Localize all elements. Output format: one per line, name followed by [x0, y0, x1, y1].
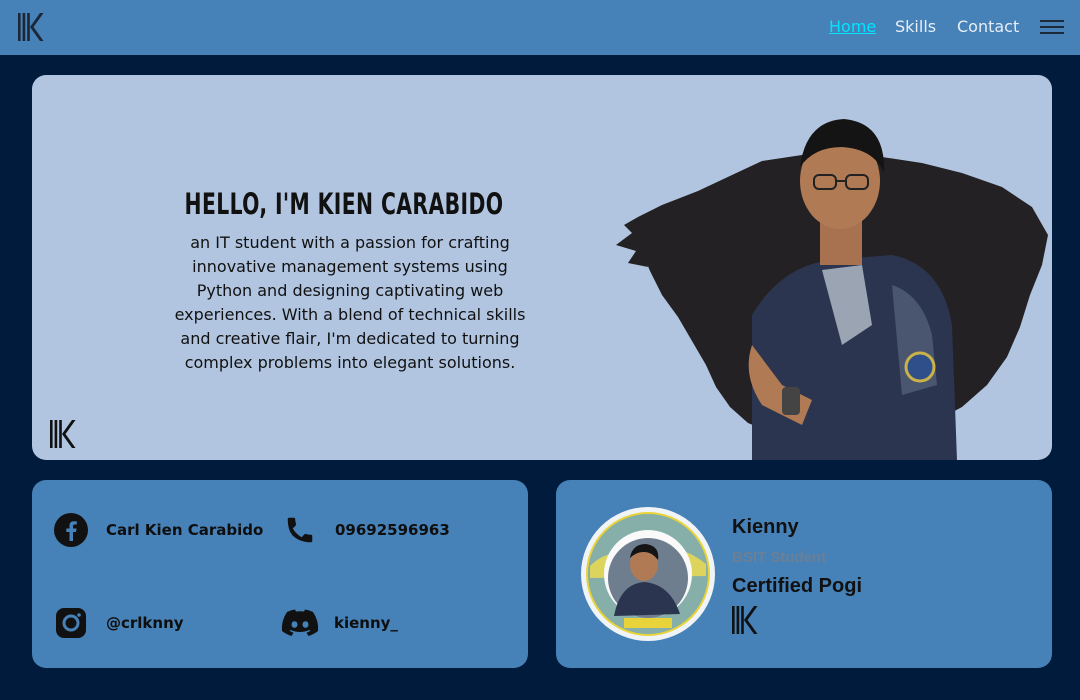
profile-card: Kienny BSIT Student Certified Pogi: [556, 480, 1052, 668]
discord-label: kienny_: [334, 614, 398, 632]
profile-tagline: Certified Pogi: [732, 575, 863, 597]
facebook-label: Carl Kien Carabido: [106, 521, 264, 539]
profile-role: BSIT Student: [732, 549, 827, 566]
profile-badge-image: [581, 507, 715, 641]
discord-icon: [280, 605, 320, 641]
hero-title: HELLO, I'M KIEN CARABIDO: [184, 187, 504, 221]
hero-section: HELLO, I'M KIEN CARABIDO an IT student w…: [32, 75, 1052, 460]
contact-instagram[interactable]: @crlknny: [53, 606, 184, 640]
phone-label: 09692596963: [335, 521, 450, 539]
nav-link-skills[interactable]: Skills: [895, 17, 936, 36]
hero-description: an IT student with a passion for craftin…: [174, 233, 526, 372]
profile-name: Kienny: [732, 516, 799, 538]
instagram-label: @crlknny: [106, 614, 184, 632]
kc-monogram-icon: [732, 606, 758, 634]
kc-monogram-icon: [50, 420, 76, 448]
contact-phone[interactable]: 09692596963: [282, 513, 450, 547]
navbar: Home Skills Contact: [0, 0, 1080, 55]
hamburger-menu-icon[interactable]: [1040, 18, 1064, 36]
instagram-icon: [53, 605, 89, 641]
kc-monogram-icon[interactable]: [18, 13, 44, 41]
nav-link-home[interactable]: Home: [829, 17, 876, 36]
facebook-icon: [53, 512, 89, 548]
nav-link-contact[interactable]: Contact: [957, 17, 1019, 36]
portrait-image: [616, 119, 1048, 460]
contact-facebook[interactable]: Carl Kien Carabido: [53, 513, 263, 547]
contact-card: Carl Kien Carabido 09692596963 @crlknny …: [32, 480, 528, 668]
phone-icon: [282, 512, 318, 548]
contact-discord[interactable]: kienny_: [280, 606, 398, 640]
